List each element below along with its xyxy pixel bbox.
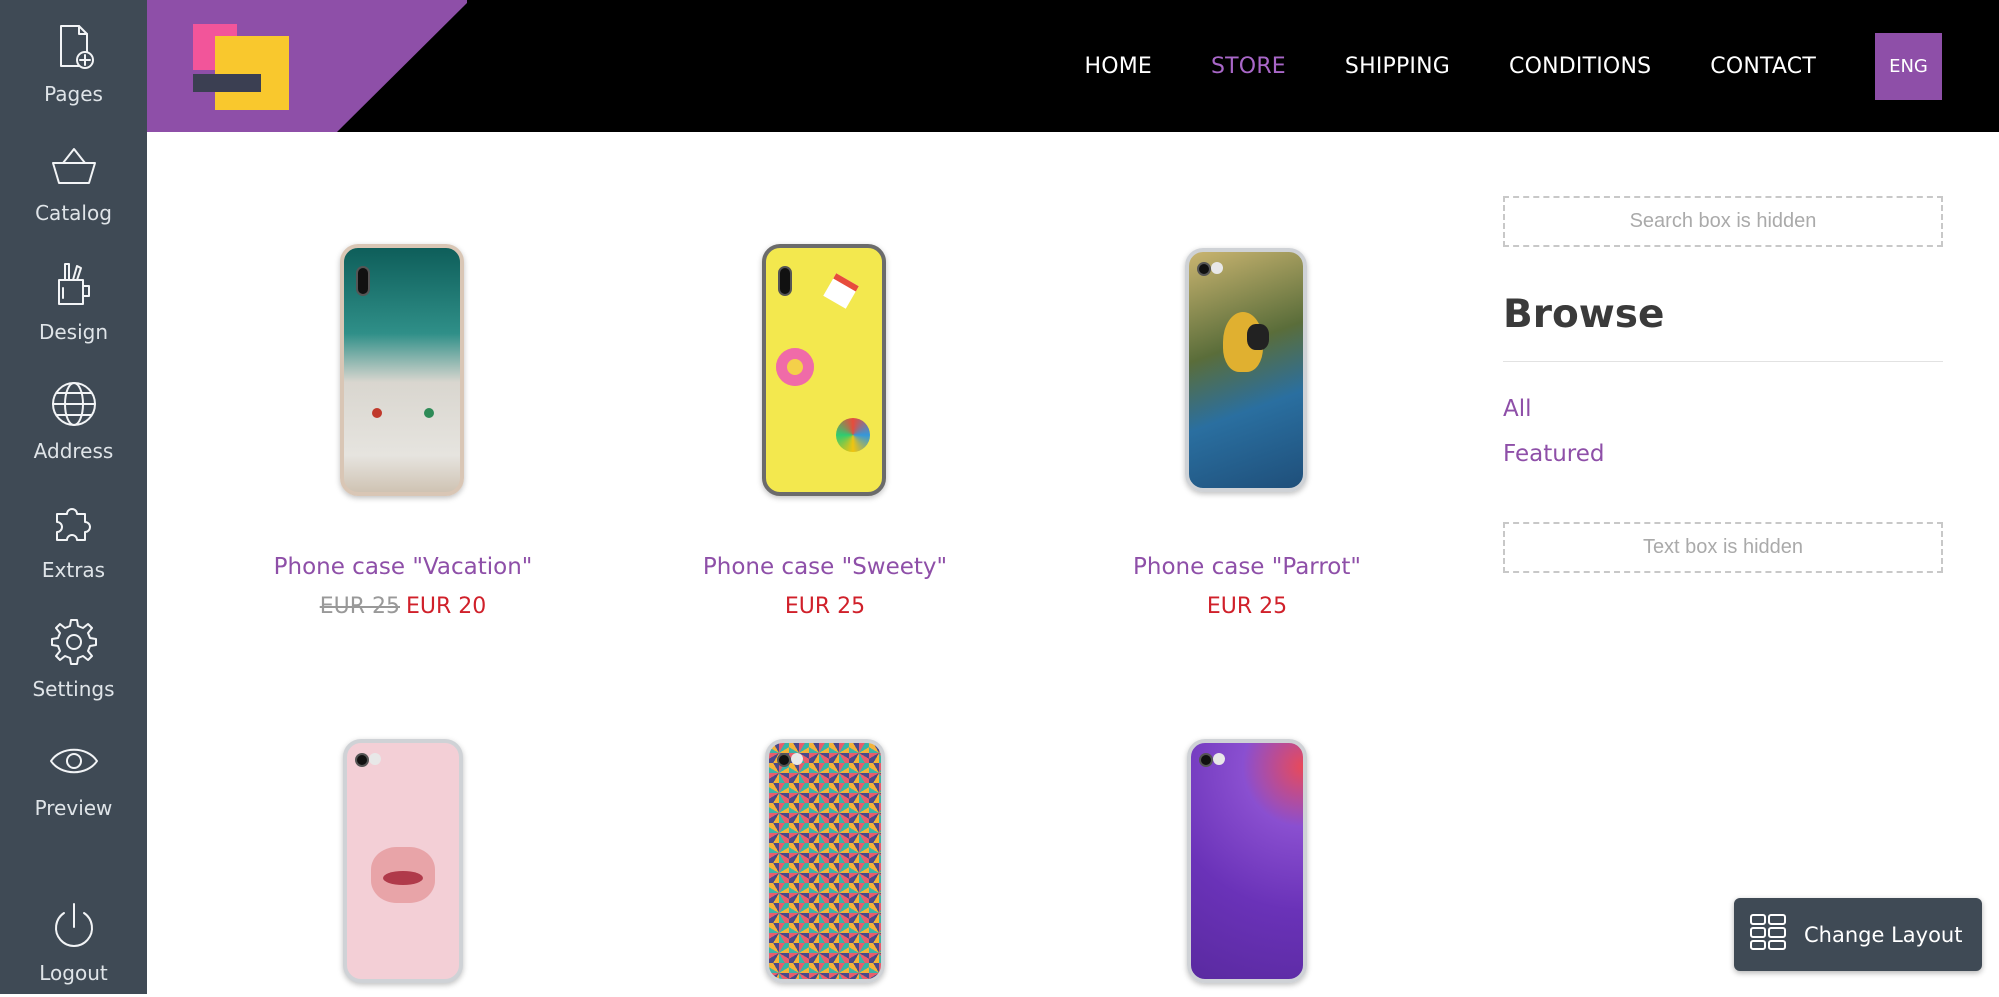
- old-price: EUR 25: [319, 594, 400, 619]
- product-card[interactable]: [213, 737, 593, 994]
- sidebar-item-logout[interactable]: Logout: [0, 887, 147, 997]
- current-price: EUR 25: [784, 594, 866, 619]
- power-icon: [47, 899, 101, 953]
- sidebar-item-label: Logout: [39, 961, 108, 985]
- basket-icon: [47, 139, 101, 193]
- sidebar-item-label: Extras: [41, 558, 106, 582]
- sidebar-item-settings[interactable]: Settings: [0, 603, 147, 713]
- browse-heading: Browse: [1503, 292, 1665, 337]
- site-logo[interactable]: [193, 24, 291, 112]
- sidebar-item-label: Address: [33, 439, 114, 463]
- layout-grid-icon: [1734, 912, 1804, 957]
- nav-shipping[interactable]: SHIPPING: [1345, 54, 1450, 79]
- product-title[interactable]: Phone case "Vacation": [213, 554, 593, 580]
- nav-contact[interactable]: CONTACT: [1710, 54, 1816, 79]
- sidebar-item-extras[interactable]: Extras: [0, 484, 147, 594]
- product-price: EUR 25: [635, 594, 1015, 619]
- product-title[interactable]: Phone case "Sweety": [635, 554, 1015, 580]
- change-layout-label: Change Layout: [1804, 922, 1963, 947]
- product-card[interactable]: [635, 737, 1015, 994]
- browse-link-featured[interactable]: Featured: [1503, 441, 1605, 467]
- sidebar-item-label: Catalog: [35, 201, 112, 225]
- site-header: HOME STORE SHIPPING CONDITIONS CONTACT E…: [147, 0, 1999, 132]
- browse-link-all[interactable]: All: [1503, 396, 1532, 422]
- sidebar-item-label: Pages: [44, 82, 103, 106]
- sidebar-item-pages[interactable]: Pages: [0, 8, 147, 118]
- page-add-icon: [47, 20, 101, 74]
- sidebar-item-label: Design: [38, 320, 109, 344]
- sidebar-item-catalog[interactable]: Catalog: [0, 127, 147, 237]
- product-card[interactable]: [1057, 737, 1437, 994]
- product-price: EUR 25: [1057, 594, 1437, 619]
- nav-home[interactable]: HOME: [1084, 54, 1152, 79]
- sidebar-item-label: Settings: [32, 677, 115, 701]
- sidebar-item-design[interactable]: Design: [0, 246, 147, 356]
- divider: [1503, 361, 1943, 362]
- product-card[interactable]: Phone case "Sweety" EUR 25: [635, 240, 1015, 640]
- product-image[interactable]: [762, 244, 886, 496]
- language-button[interactable]: ENG: [1875, 32, 1942, 100]
- product-card[interactable]: Phone case "Vacation" EUR 25 EUR 20: [213, 240, 593, 640]
- product-title[interactable]: Phone case "Parrot": [1057, 554, 1437, 580]
- gear-icon: [47, 615, 101, 669]
- product-card[interactable]: Phone case "Parrot" EUR 25: [1057, 240, 1437, 640]
- current-price: EUR 25: [1206, 594, 1288, 619]
- change-layout-button[interactable]: Change Layout: [1734, 898, 1982, 971]
- product-image[interactable]: [340, 244, 464, 496]
- design-tools-icon: [47, 258, 101, 312]
- nav-conditions[interactable]: CONDITIONS: [1509, 54, 1651, 79]
- product-price: EUR 25 EUR 20: [213, 594, 593, 619]
- main-nav: HOME STORE SHIPPING CONDITIONS CONTACT E…: [1084, 0, 1999, 132]
- product-image[interactable]: [1187, 739, 1307, 983]
- product-image[interactable]: [343, 739, 463, 983]
- sidebar-item-preview[interactable]: Preview: [0, 722, 147, 832]
- sidebar-item-label: Preview: [34, 796, 113, 820]
- product-image[interactable]: [765, 739, 885, 983]
- current-price: EUR 20: [406, 594, 487, 619]
- text-box-placeholder[interactable]: Text box is hidden: [1503, 522, 1943, 573]
- editor-sidebar: Pages Catalog Design Address Extras Sett…: [0, 0, 147, 994]
- search-box-placeholder[interactable]: Search box is hidden: [1503, 196, 1943, 247]
- sidebar-item-address[interactable]: Address: [0, 365, 147, 475]
- eye-icon: [47, 734, 101, 788]
- product-image[interactable]: [1185, 248, 1307, 492]
- nav-store[interactable]: STORE: [1211, 54, 1286, 79]
- globe-icon: [47, 377, 101, 431]
- puzzle-icon: [47, 496, 101, 550]
